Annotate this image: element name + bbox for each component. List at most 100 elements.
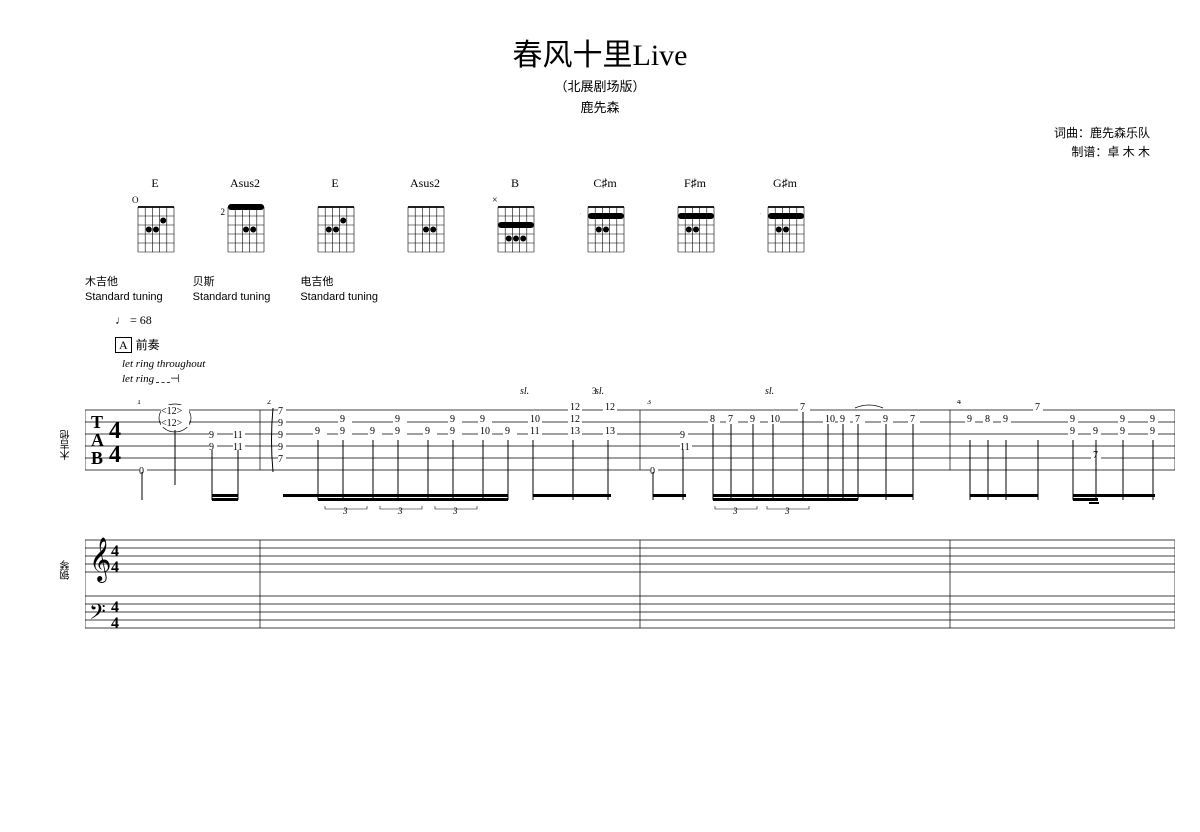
staff-wrap: 木吉他 钢琴 T A B 4 4 1 2 3 bbox=[85, 400, 1150, 635]
svg-text:9: 9 bbox=[425, 426, 430, 437]
svg-text:12: 12 bbox=[570, 414, 580, 425]
piano-label: 钢琴 bbox=[59, 560, 74, 580]
svg-text:4: 4 bbox=[957, 400, 961, 406]
chord-diagram: B× bbox=[490, 176, 540, 257]
tuning-column: 贝斯Standard tuning bbox=[193, 273, 271, 303]
lyrics-label: 词曲： bbox=[1054, 126, 1090, 140]
svg-text:9: 9 bbox=[505, 426, 510, 437]
svg-text:3: 3 bbox=[647, 400, 651, 406]
song-subtitle: （北展剧场版） bbox=[50, 76, 1150, 95]
let-ring-2: let ring⊣ bbox=[122, 372, 1150, 386]
svg-text:9: 9 bbox=[1003, 414, 1008, 425]
svg-text:9: 9 bbox=[1150, 414, 1155, 425]
svg-text:<12>: <12> bbox=[161, 418, 183, 429]
svg-text:4: 4 bbox=[109, 418, 121, 444]
svg-text:10: 10 bbox=[770, 414, 780, 425]
svg-text:9: 9 bbox=[680, 430, 685, 441]
slide-markers: sl. sl. sl. 3 bbox=[85, 386, 1150, 400]
song-title: 春风十里Live bbox=[50, 30, 1150, 74]
svg-text:3: 3 bbox=[732, 506, 738, 516]
svg-text:7: 7 bbox=[278, 406, 283, 417]
svg-text:7: 7 bbox=[1035, 402, 1040, 413]
svg-text:13: 13 bbox=[570, 426, 580, 437]
svg-text:9: 9 bbox=[278, 418, 283, 429]
section-label: A 前奏 bbox=[115, 336, 1150, 353]
svg-text:12: 12 bbox=[570, 402, 580, 413]
svg-text:9: 9 bbox=[1070, 426, 1075, 437]
svg-text:O: O bbox=[132, 195, 139, 205]
svg-text:3: 3 bbox=[784, 506, 790, 516]
svg-text:𝄞: 𝄞 bbox=[89, 538, 111, 583]
tablature-svg: T A B 4 4 1 2 3 4 0 <12> <12> 9 9 11 11 bbox=[85, 400, 1175, 630]
svg-text:4: 4 bbox=[109, 442, 121, 468]
tuning-row: 木吉他Standard tuning 贝斯Standard tuning 电吉他St… bbox=[85, 273, 1150, 303]
svg-text:9: 9 bbox=[395, 414, 400, 425]
section-name: 前奏 bbox=[136, 338, 160, 352]
svg-text:3: 3 bbox=[397, 506, 403, 516]
chord-diagrams: EO Asus212 E Asus2 B× C♯m4 F♯m G♯m4 bbox=[130, 176, 1150, 257]
section-letter: A bbox=[115, 337, 132, 353]
svg-text:7: 7 bbox=[855, 414, 860, 425]
chord-diagram: G♯m4 bbox=[760, 176, 810, 257]
svg-text:10: 10 bbox=[480, 426, 490, 437]
svg-text:9: 9 bbox=[450, 414, 455, 425]
svg-text:9: 9 bbox=[278, 442, 283, 453]
svg-text:10: 10 bbox=[530, 414, 540, 425]
chord-diagram: F♯m bbox=[670, 176, 720, 257]
svg-text:4: 4 bbox=[111, 615, 119, 630]
svg-text:11: 11 bbox=[680, 442, 690, 453]
svg-text:9: 9 bbox=[840, 414, 845, 425]
svg-text:A: A bbox=[91, 430, 104, 450]
svg-text:4: 4 bbox=[111, 599, 119, 616]
svg-text:12: 12 bbox=[605, 402, 615, 413]
tuning-column: 电吉他Standard tuning bbox=[300, 273, 378, 303]
svg-text:4: 4 bbox=[760, 207, 761, 217]
svg-text:3: 3 bbox=[342, 506, 348, 516]
svg-text:9: 9 bbox=[1093, 426, 1098, 437]
svg-text:B: B bbox=[91, 448, 103, 468]
svg-text:𝄢: 𝄢 bbox=[89, 600, 106, 629]
tempo-marking: ♩ = 68 bbox=[115, 313, 1150, 328]
svg-text:9: 9 bbox=[1120, 426, 1125, 437]
svg-text:9: 9 bbox=[315, 426, 320, 437]
svg-text:9: 9 bbox=[340, 414, 345, 425]
svg-text:9: 9 bbox=[1120, 414, 1125, 425]
tuning-column: 木吉他Standard tuning bbox=[85, 273, 163, 303]
svg-text:9: 9 bbox=[480, 414, 485, 425]
svg-text:4: 4 bbox=[580, 207, 581, 217]
svg-text:13: 13 bbox=[605, 426, 615, 437]
tab-value: 卓 木 木 bbox=[1107, 145, 1150, 159]
svg-text:×: × bbox=[492, 195, 498, 206]
svg-text:10: 10 bbox=[825, 414, 835, 425]
svg-text:9: 9 bbox=[1070, 414, 1075, 425]
chord-diagram: E bbox=[310, 176, 360, 257]
svg-text:9: 9 bbox=[883, 414, 888, 425]
lyrics-value: 鹿先森乐队 bbox=[1090, 126, 1150, 140]
credits-block: 词曲：鹿先森乐队 制谱：卓 木 木 bbox=[50, 124, 1150, 162]
svg-text:4: 4 bbox=[111, 543, 119, 560]
svg-text:9: 9 bbox=[750, 414, 755, 425]
svg-text:9: 9 bbox=[370, 426, 375, 437]
svg-text:3: 3 bbox=[452, 506, 458, 516]
let-ring-1: let ring throughout bbox=[122, 357, 1150, 371]
svg-text:T: T bbox=[91, 412, 103, 432]
svg-text:7: 7 bbox=[278, 454, 283, 465]
svg-text:7: 7 bbox=[728, 414, 733, 425]
svg-text:11: 11 bbox=[233, 430, 243, 441]
svg-text:9: 9 bbox=[395, 426, 400, 437]
chord-diagram: Asus212 bbox=[220, 176, 270, 257]
svg-text:1: 1 bbox=[137, 400, 141, 406]
svg-text:8: 8 bbox=[985, 414, 990, 425]
svg-text:8: 8 bbox=[710, 414, 715, 425]
chord-diagram: C♯m4 bbox=[580, 176, 630, 257]
svg-text:7: 7 bbox=[910, 414, 915, 425]
svg-text:<12>: <12> bbox=[161, 406, 183, 417]
svg-text:9: 9 bbox=[340, 426, 345, 437]
chord-diagram: Asus2 bbox=[400, 176, 450, 257]
svg-text:9: 9 bbox=[278, 430, 283, 441]
chord-diagram: EO bbox=[130, 176, 180, 257]
tab-label: 制谱： bbox=[1071, 145, 1107, 159]
svg-text:9: 9 bbox=[209, 430, 214, 441]
svg-text:9: 9 bbox=[1150, 426, 1155, 437]
svg-text:4: 4 bbox=[111, 559, 119, 576]
